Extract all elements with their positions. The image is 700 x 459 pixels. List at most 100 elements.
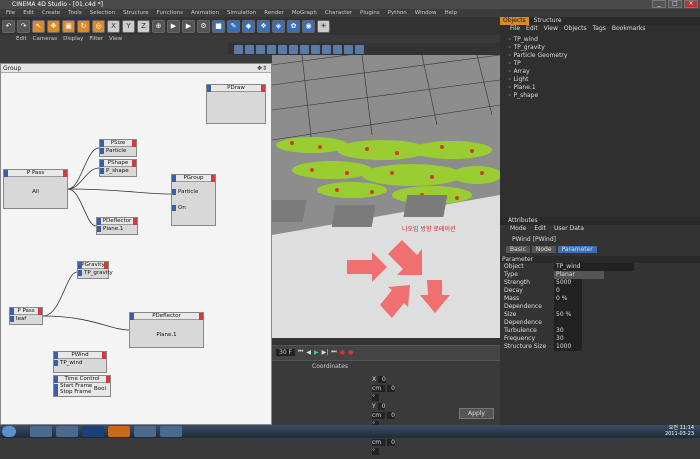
param-size-field[interactable]: 50 % xyxy=(554,311,582,327)
param-decay-field[interactable]: 0 xyxy=(554,287,582,295)
tool-icon[interactable] xyxy=(256,44,265,54)
menu-tools[interactable]: Tools xyxy=(68,9,82,17)
render-settings-icon[interactable]: ⚙ xyxy=(197,19,210,33)
menu-character[interactable]: Character xyxy=(325,9,352,17)
node-output[interactable]: Bool xyxy=(94,386,106,392)
subdivision-icon[interactable]: ◆ xyxy=(242,19,255,33)
object-row[interactable]: ◦ TP_wind xyxy=(508,36,700,44)
menu-window[interactable]: Window xyxy=(415,9,437,17)
node-pdeflector-2[interactable]: PDeflector Plane.1 xyxy=(129,312,204,348)
tool-icon[interactable] xyxy=(234,44,243,54)
view-menu-display[interactable]: Display xyxy=(63,35,83,43)
3d-viewport[interactable]: 나오임 방향 로테이션 xyxy=(272,55,500,345)
taskbar-app-icon[interactable] xyxy=(160,426,182,437)
obj-menu-tags[interactable]: Tags xyxy=(593,25,606,33)
node-port[interactable]: P_shape xyxy=(100,167,136,175)
node-pwind[interactable]: PWind TP_wind xyxy=(53,351,107,373)
node-port[interactable]: leaf xyxy=(10,315,42,323)
object-row[interactable]: ◦ Plane.1 xyxy=(508,84,700,92)
z-axis-icon[interactable]: Z xyxy=(137,19,150,33)
pen-icon[interactable]: ✎ xyxy=(227,19,240,33)
param-mass-field[interactable]: 0 % xyxy=(554,295,582,311)
view-menu-view[interactable]: View xyxy=(109,35,122,43)
timeline[interactable]: 30 F ⏮ ◀ ▶ ▶| ⏭ ● ● xyxy=(272,338,500,360)
close-button[interactable]: × xyxy=(684,0,698,8)
menu-structure[interactable]: Structure xyxy=(123,9,149,17)
obj-menu-file[interactable]: File xyxy=(510,25,520,33)
tool-icon[interactable] xyxy=(278,44,287,54)
play-icon[interactable]: ▶ xyxy=(314,349,319,356)
view-menu-edit[interactable]: Edit xyxy=(16,35,27,43)
obj-menu-bookmarks[interactable]: Bookmarks xyxy=(612,25,646,33)
node-port[interactable]: TP_gravity xyxy=(78,269,113,277)
render-view-icon[interactable]: ▶ xyxy=(167,19,180,33)
navigation-icon[interactable]: ✥⇕ xyxy=(257,64,267,73)
minimize-button[interactable]: _ xyxy=(652,0,666,8)
taskbar-app-icon[interactable] xyxy=(134,426,156,437)
object-row[interactable]: ◦ TP_gravity xyxy=(508,44,700,52)
cube-icon[interactable]: ■ xyxy=(212,19,225,33)
param-type-select[interactable]: Planar xyxy=(554,271,604,279)
array-icon[interactable]: ❖ xyxy=(257,19,270,33)
light-icon[interactable]: ☀ xyxy=(317,19,330,33)
param-strength-field[interactable]: 5000 xyxy=(554,279,582,287)
tool-icon[interactable] xyxy=(300,44,309,54)
object-row[interactable]: ◦ Array xyxy=(508,68,700,76)
node-pshape[interactable]: PShape P_shape xyxy=(99,159,137,177)
obj-menu-edit[interactable]: Edit xyxy=(526,25,538,33)
tool-icon[interactable] xyxy=(267,44,276,54)
object-row[interactable]: ◦ P_shape xyxy=(508,92,700,100)
illustrator-icon[interactable] xyxy=(108,426,130,437)
tool-icon[interactable] xyxy=(289,44,298,54)
y-axis-icon[interactable]: Y xyxy=(122,19,135,33)
menu-create[interactable]: Create xyxy=(42,9,60,17)
first-frame-icon[interactable]: ⏮ xyxy=(298,348,303,356)
prev-frame-icon[interactable]: ◀ xyxy=(306,349,311,356)
coordinate-system-icon[interactable]: ⊕ xyxy=(152,19,165,33)
taskbar-app-icon[interactable] xyxy=(30,426,52,437)
scale-icon[interactable]: ▣ xyxy=(62,19,75,33)
tool-icon[interactable] xyxy=(245,44,254,54)
tool-icon[interactable] xyxy=(333,44,342,54)
scene-icon[interactable]: ✿ xyxy=(287,19,300,33)
menu-mograph[interactable]: MoGraph xyxy=(292,9,317,17)
recent-tools-icon[interactable]: ◎ xyxy=(92,19,105,33)
camera-icon[interactable]: ◉ xyxy=(302,19,315,33)
view-menu-filter[interactable]: Filter xyxy=(89,35,103,43)
attributes-tab[interactable]: Attributes xyxy=(500,217,700,225)
menu-plugins[interactable]: Plugins xyxy=(360,9,380,17)
tab-parameter[interactable]: Parameter xyxy=(557,246,597,253)
record-icon[interactable]: ● xyxy=(340,349,345,356)
menu-functions[interactable]: Functions xyxy=(157,9,183,17)
live-select-icon[interactable]: ↖ xyxy=(32,19,45,33)
node-psize[interactable]: PSize Particle xyxy=(99,139,137,157)
view-menu-cameras[interactable]: Cameras xyxy=(33,35,57,43)
param-structure-field[interactable]: 1000 xyxy=(554,343,582,351)
xpresso-editor[interactable]: Group ✥⇕ PDraw P Pass All PSize Particle PS… xyxy=(0,63,272,425)
node-port[interactable]: Particle xyxy=(172,188,215,196)
menu-python[interactable]: Python xyxy=(388,9,407,17)
last-frame-icon[interactable]: ⏭ xyxy=(331,348,336,356)
node-port[interactable]: TP_wind xyxy=(54,359,106,367)
object-row[interactable]: ◦ Particle Geometry xyxy=(508,52,700,60)
attr-menu-edit[interactable]: Edit xyxy=(534,225,546,233)
node-pgroup[interactable]: PGroup Particle On xyxy=(171,174,216,226)
maximize-button[interactable]: □ xyxy=(668,0,682,8)
menu-render[interactable]: Render xyxy=(264,9,284,17)
render-picture-viewer-icon[interactable]: ▶ xyxy=(182,19,195,33)
attr-menu-mode[interactable]: Mode xyxy=(510,225,526,233)
node-time-control[interactable]: Time Control Start Frame Stop Frame Bool xyxy=(53,375,111,397)
taskbar-app-icon[interactable] xyxy=(56,426,78,437)
tool-icon[interactable] xyxy=(344,44,353,54)
tool-icon[interactable] xyxy=(311,44,320,54)
timeline-ruler[interactable] xyxy=(272,338,500,346)
tab-basic[interactable]: Basic xyxy=(506,246,530,253)
node-port[interactable]: On xyxy=(172,204,215,212)
obj-menu-objects[interactable]: Objects xyxy=(564,25,587,33)
move-icon[interactable]: ✥ xyxy=(47,19,60,33)
menu-file[interactable]: File xyxy=(6,9,15,17)
start-button[interactable] xyxy=(2,426,16,437)
undo-icon[interactable]: ↶ xyxy=(2,19,15,33)
attr-menu-user-data[interactable]: User Data xyxy=(554,225,584,233)
param-frequency-field[interactable]: 30 xyxy=(554,335,582,343)
